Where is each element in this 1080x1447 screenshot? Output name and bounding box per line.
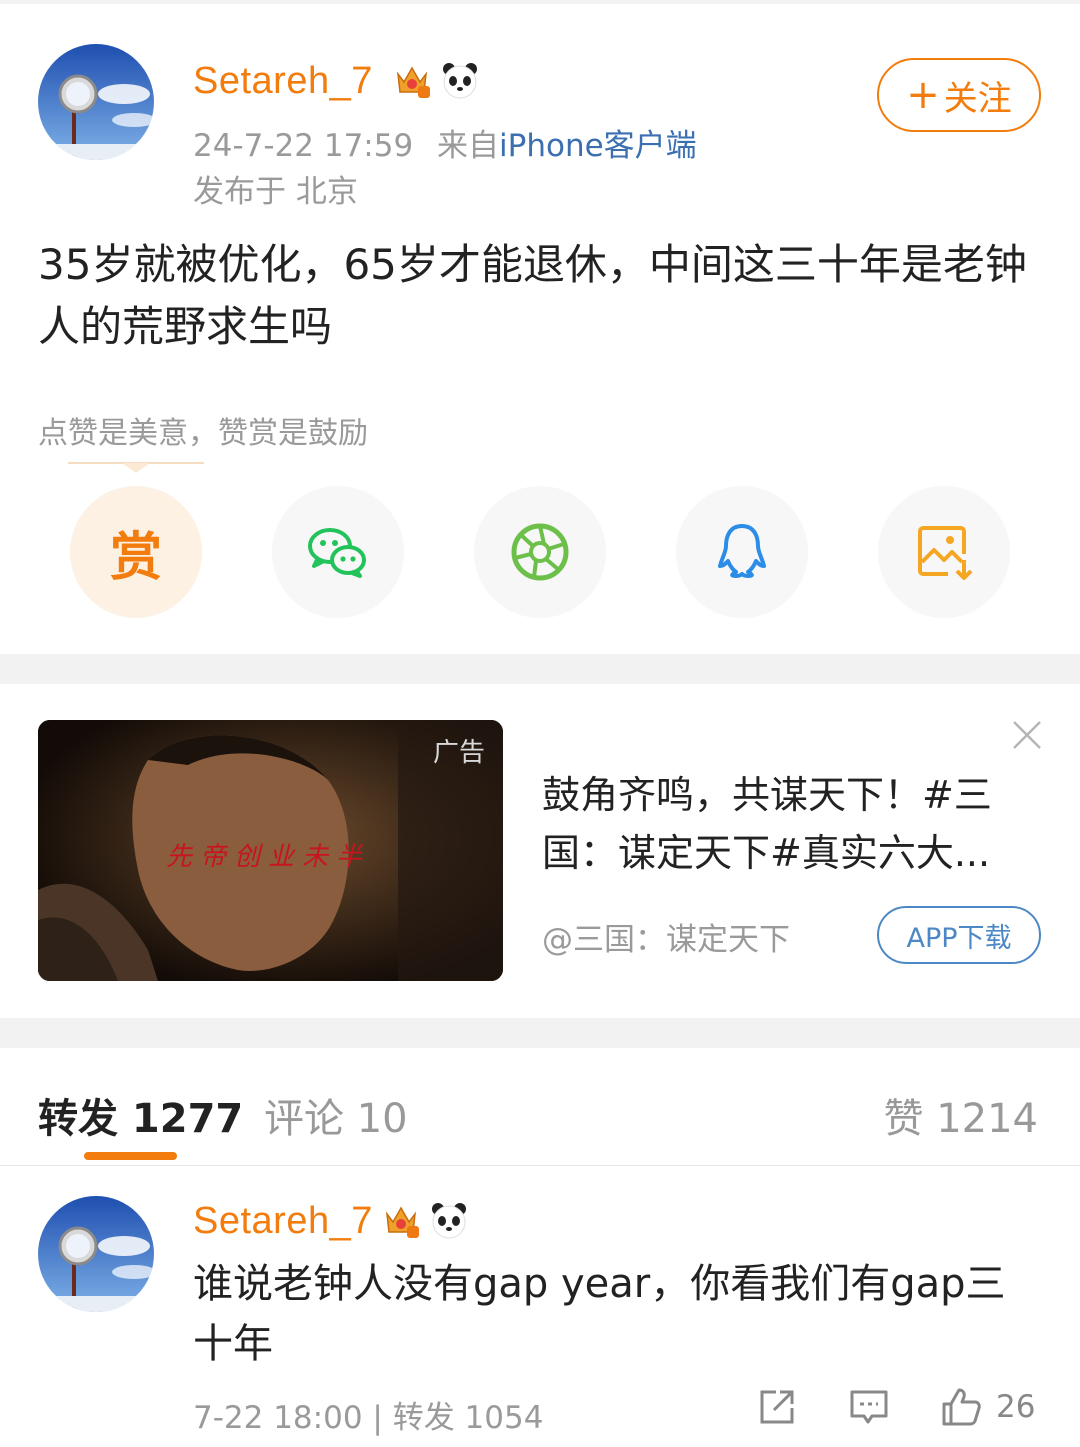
- tab-comments[interactable]: 评论 10: [264, 1086, 408, 1144]
- author-avatar[interactable]: [38, 44, 154, 160]
- moments-icon: [511, 523, 569, 581]
- source-prefix: 来自: [437, 128, 500, 164]
- close-icon[interactable]: [1010, 718, 1044, 752]
- interaction-tabs: 转发 1277 评论 10 赞 1214: [0, 1048, 1080, 1166]
- comment-actions: 26: [756, 1386, 1035, 1428]
- repost-icon[interactable]: [756, 1386, 798, 1428]
- post-location: 发布于 北京: [193, 174, 358, 210]
- comment-meta: 7-22 18:00 | 转发 1054: [193, 1400, 544, 1436]
- active-tab-indicator: [84, 1152, 177, 1160]
- reward-hint: 点赞是美意，赞赏是鼓励: [38, 416, 368, 451]
- reward-label: 赏: [109, 527, 162, 588]
- top-divider: [0, 0, 1080, 4]
- share-qq-button[interactable]: [676, 486, 808, 618]
- section-divider: [0, 1018, 1080, 1048]
- comment-icon[interactable]: [848, 1386, 890, 1428]
- section-divider: [0, 654, 1080, 684]
- commenter-badges: [381, 1200, 469, 1240]
- reward-button[interactable]: 赏: [70, 486, 202, 618]
- post-timestamp: 24-7-22 17:59: [193, 128, 414, 164]
- wechat-icon: [308, 528, 366, 578]
- author-name[interactable]: Setareh_7: [193, 60, 373, 103]
- share-row: 赏: [0, 486, 1080, 618]
- crown-icon: [385, 1206, 419, 1238]
- ad-title[interactable]: 鼓角齐鸣，共谋天下！#三国：谋定天下#真实六大...: [542, 766, 1032, 882]
- crown-icon: [396, 66, 430, 98]
- share-moments-button[interactable]: [474, 486, 606, 618]
- author-badges: [392, 60, 480, 100]
- post-text: 35岁就被优化，65岁才能退休，中间这三十年是老钟人的荒野求生吗: [38, 240, 1027, 351]
- share-wechat-button[interactable]: [272, 486, 404, 618]
- like-count: 26: [996, 1389, 1036, 1425]
- post-meta: 24-7-22 17:59 来自iPhone客户端: [193, 120, 697, 165]
- panda-icon: [443, 63, 477, 99]
- hint-pointer: [68, 462, 204, 473]
- app-download-button[interactable]: APP下载: [877, 906, 1041, 964]
- save-image-button[interactable]: [878, 486, 1010, 618]
- follow-label: 关注: [943, 78, 1012, 119]
- comment-text: 谁说老钟人没有gap year，你看我们有gap三十年: [193, 1261, 1006, 1367]
- tab-reposts[interactable]: 转发 1277: [38, 1086, 243, 1144]
- tab-likes[interactable]: 赞 1214: [883, 1086, 1038, 1144]
- post-source[interactable]: iPhone客户端: [499, 128, 697, 164]
- commenter-avatar[interactable]: [38, 1196, 154, 1312]
- like-icon[interactable]: [940, 1386, 982, 1428]
- save-image-icon: [918, 526, 973, 580]
- qq-icon: [718, 524, 766, 578]
- follow-button[interactable]: + 关注: [877, 58, 1041, 132]
- ad-overlay-text: 先帝创业未半: [166, 842, 371, 872]
- panda-icon: [432, 1203, 466, 1239]
- ad-tag: 广告: [432, 738, 485, 768]
- ad-source[interactable]: @三国：谋定天下: [542, 914, 790, 959]
- ad-image[interactable]: 广告 先帝创业未半: [38, 720, 503, 981]
- commenter-name[interactable]: Setareh_7: [193, 1200, 373, 1243]
- plus-icon: +: [906, 72, 940, 118]
